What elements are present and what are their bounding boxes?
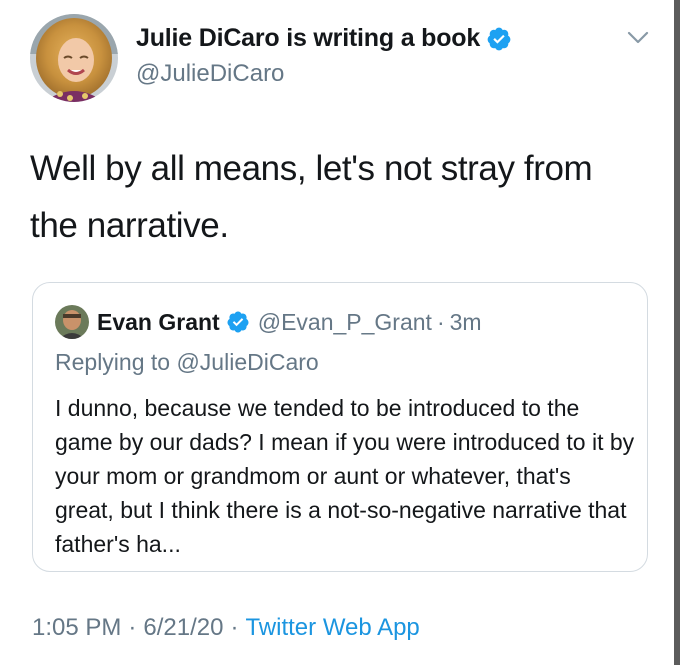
verified-badge-icon bbox=[486, 26, 512, 52]
author-avatar[interactable] bbox=[30, 14, 118, 102]
quoted-author-display-name: Evan Grant bbox=[97, 308, 220, 335]
window-edge bbox=[674, 0, 680, 665]
separator-dot: · bbox=[436, 308, 445, 335]
separator-dot: · bbox=[230, 614, 239, 641]
separator-dot: · bbox=[128, 614, 137, 641]
quoted-tweet-header: Evan Grant @Evan_P_Grant · 3m bbox=[55, 305, 482, 339]
tweet-source-link[interactable]: Twitter Web App bbox=[245, 614, 419, 642]
author-display-name[interactable]: Julie DiCaro is writing a book bbox=[136, 24, 480, 53]
author-handle[interactable]: @JulieDiCaro bbox=[136, 60, 284, 88]
tweet-text: Well by all means, let's not stray from … bbox=[30, 149, 593, 245]
verified-badge-icon bbox=[226, 310, 250, 334]
tweet-metadata: 1:05 PM · 6/21/20 · Twitter Web App bbox=[32, 614, 420, 642]
quoted-author-avatar bbox=[55, 305, 89, 339]
avatar-photo bbox=[30, 14, 118, 102]
chevron-down-icon[interactable] bbox=[626, 30, 650, 46]
quoted-tweet-time: 3m bbox=[449, 308, 482, 335]
author-name-row[interactable]: Julie DiCaro is writing a book bbox=[136, 24, 512, 53]
quoted-author-handle: @Evan_P_Grant bbox=[257, 308, 432, 335]
tweet-date[interactable]: 6/21/20 bbox=[143, 614, 223, 642]
quoted-tweet-card[interactable]: Evan Grant @Evan_P_Grant · 3m Replying t… bbox=[32, 282, 648, 572]
replying-to-label: Replying to @JulieDiCaro bbox=[55, 349, 319, 375]
tweet-time[interactable]: 1:05 PM bbox=[32, 614, 121, 642]
quoted-tweet-text: I dunno, because we tended to be introdu… bbox=[55, 395, 635, 557]
tweet-container: Julie DiCaro is writing a book @JulieDiC… bbox=[0, 0, 680, 665]
